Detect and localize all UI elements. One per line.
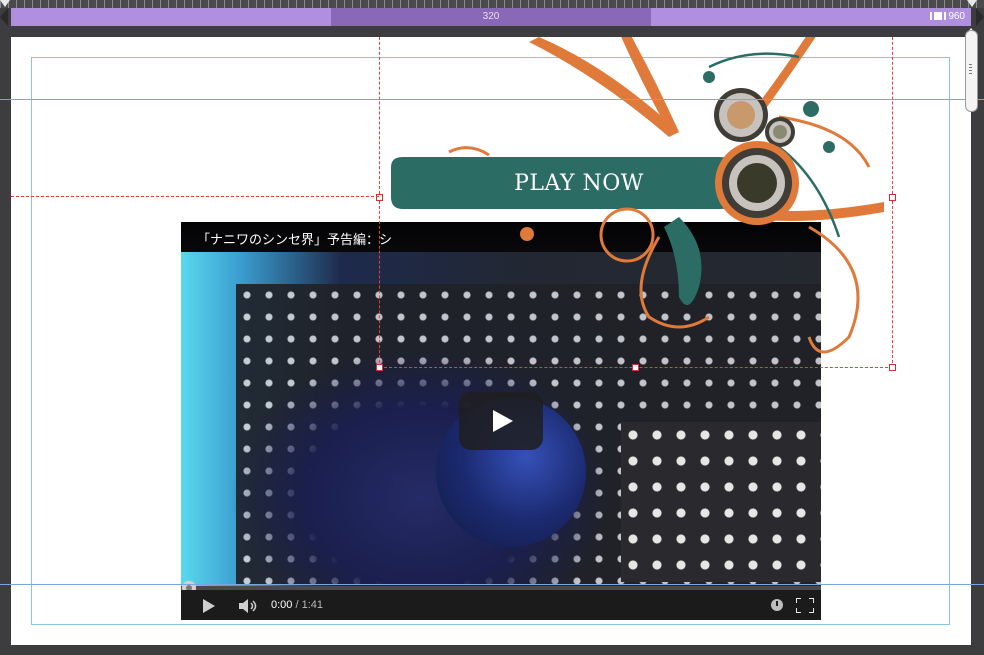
selection-box[interactable] (376, 37, 896, 371)
video-controls: 0:00 / 1:41 (181, 590, 821, 620)
scrollbar-grip-icon (969, 64, 972, 76)
time-separator: / (292, 599, 302, 611)
breakpoint-max-label: 960 (948, 11, 965, 22)
selection-handle-bottom-right[interactable] (889, 364, 896, 371)
duration: 1:41 (301, 599, 324, 611)
fullscreen-icon[interactable] (796, 598, 814, 613)
selection-handle-bottom[interactable] (632, 364, 639, 371)
vertical-scrollbar[interactable] (965, 30, 978, 112)
horizontal-guide (0, 99, 984, 100)
selection-handle-bottom-left[interactable] (376, 364, 383, 371)
left-resize-handle-icon[interactable] (0, 8, 8, 26)
volume-icon[interactable] (239, 599, 261, 613)
selection-handle-right[interactable] (889, 194, 896, 201)
video-synth-panel-lower (621, 422, 821, 582)
ruler-right-marker-icon[interactable] (967, 0, 977, 7)
breakpoint-bar[interactable]: 320 960 (11, 8, 971, 26)
clock-icon[interactable] (771, 599, 783, 611)
breakpoint-active-label: 320 (482, 11, 500, 22)
current-time: 0:00 (271, 599, 293, 611)
big-play-button[interactable] (459, 392, 543, 450)
right-resize-handle-icon[interactable] (976, 8, 984, 26)
time-display: 0:00 / 1:41 (271, 599, 323, 611)
horizontal-guide (0, 584, 984, 585)
ruler-left-marker-icon[interactable] (0, 0, 10, 7)
breakpoint-active-range[interactable]: 320 (331, 8, 651, 26)
device-icon (932, 12, 945, 21)
play-icon[interactable] (203, 599, 215, 613)
selection-guide-line (11, 196, 379, 197)
design-canvas[interactable]: 「ナニワのシンセ界」予告編：シ 0:00 / 1:41 PLAY NOW (11, 37, 971, 645)
top-ruler (0, 0, 984, 8)
breakpoint-max[interactable]: 960 (932, 8, 965, 26)
clock-hand (776, 601, 778, 606)
play-icon (493, 410, 513, 432)
video-title[interactable]: 「ナニワのシンセ界」予告編：シ (197, 229, 392, 248)
